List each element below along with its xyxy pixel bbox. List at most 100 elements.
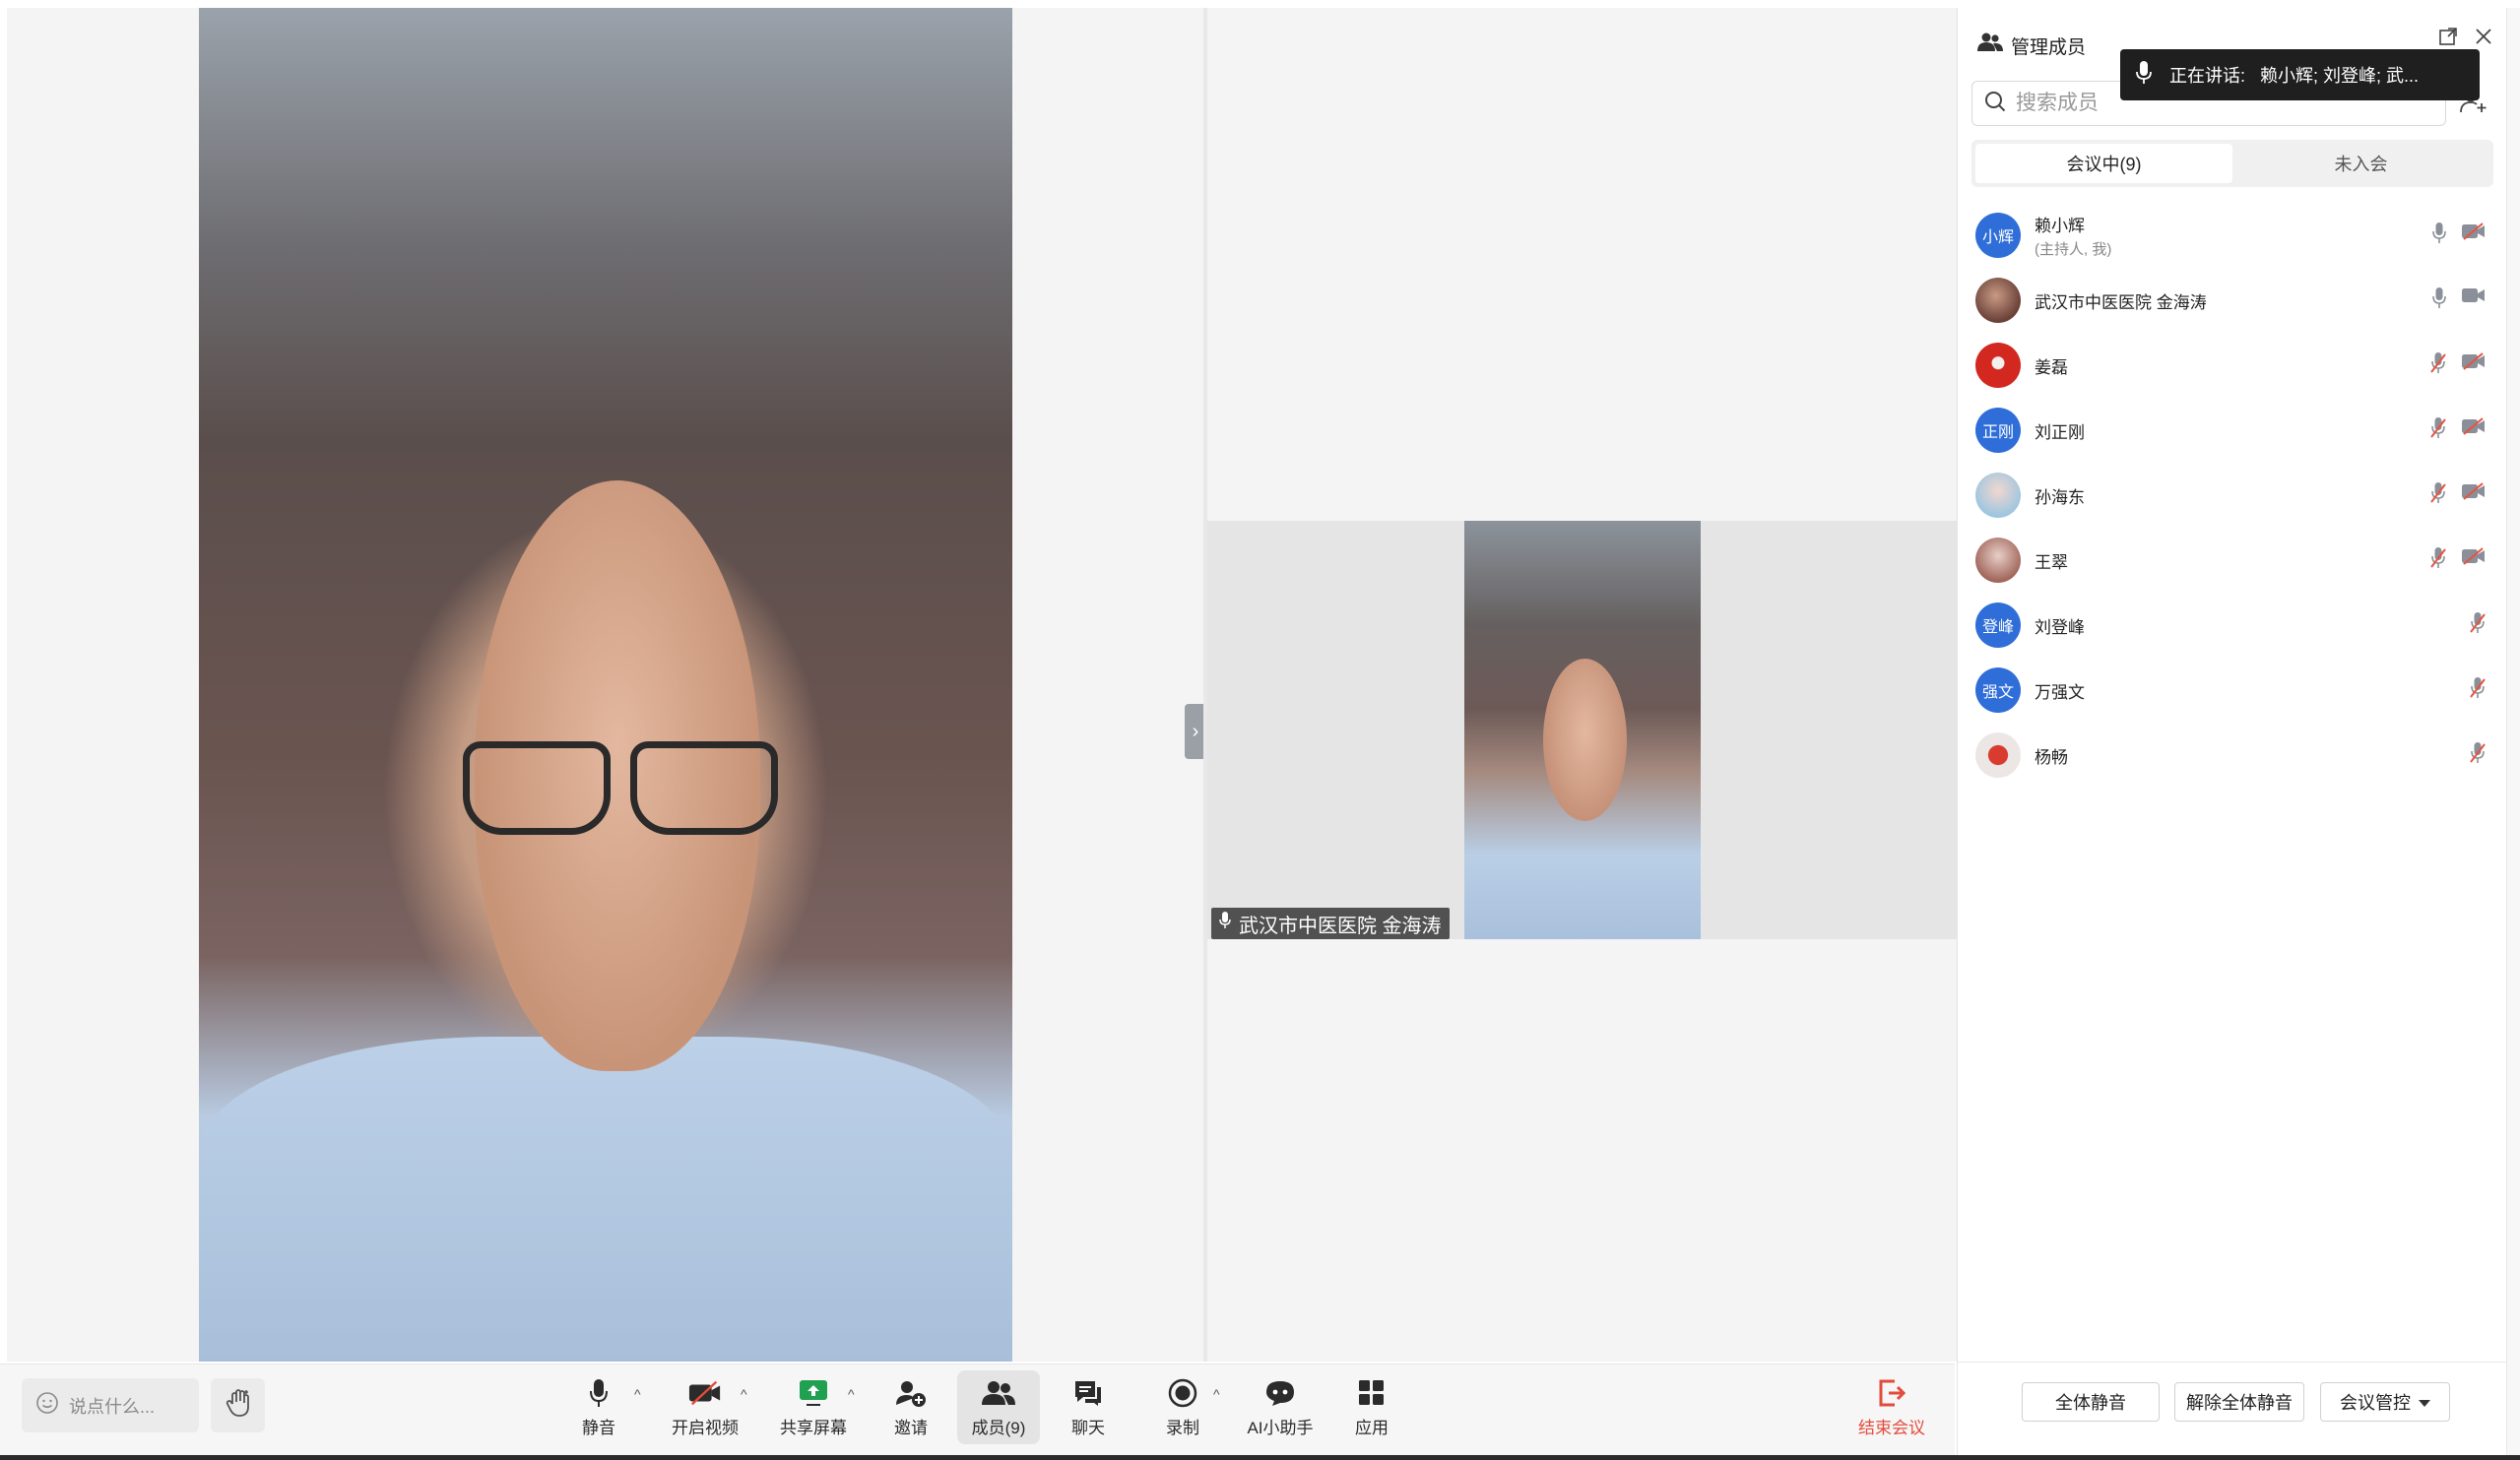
pop-out-icon[interactable] — [2439, 28, 2457, 50]
member-role: (主持人, 我) — [2035, 241, 2112, 258]
camera-off-icon[interactable] — [2462, 352, 2486, 379]
member-name: 孙海东 — [2035, 487, 2085, 507]
window-edge-scrollbar[interactable] — [2506, 8, 2520, 1455]
list-item[interactable]: 武汉市中医医院 金海涛 — [1958, 268, 2507, 333]
share-options-caret[interactable]: ^ — [848, 1386, 855, 1402]
avatar — [1975, 343, 2021, 388]
list-item[interactable]: 登峰 刘登峰 — [1958, 593, 2507, 658]
avatar: 小辉 — [1975, 213, 2021, 258]
mic-off-icon[interactable] — [2470, 612, 2486, 639]
member-name: 杨畅 — [2035, 747, 2068, 767]
quick-comment-input[interactable]: 说点什么... — [22, 1378, 199, 1432]
mic-off-icon[interactable] — [2430, 482, 2446, 509]
list-item[interactable]: 杨畅 — [1958, 723, 2507, 788]
list-item[interactable]: 孙海东 — [1958, 463, 2507, 528]
members-icon — [1977, 32, 2003, 58]
exit-icon — [1875, 1376, 1908, 1410]
mute-options-caret[interactable]: ^ — [634, 1386, 641, 1402]
member-name: 王翠 — [2035, 552, 2068, 572]
list-item[interactable]: 正刚 刘正刚 — [1958, 398, 2507, 463]
camera-off-icon[interactable] — [2462, 482, 2486, 509]
apps-button[interactable]: 应用 — [1349, 1370, 1394, 1444]
thumbnail-strip: 武汉市中医医院 金海涛 — [1207, 521, 1957, 939]
members-label: 成员(9) — [971, 1419, 1026, 1437]
camera-off-icon[interactable] — [2462, 417, 2486, 444]
mic-on-icon[interactable] — [2432, 287, 2446, 314]
record-button[interactable]: 录制 — [1160, 1370, 1205, 1444]
raise-hand-button[interactable] — [211, 1378, 265, 1432]
thumbnail-name-label: 武汉市中医医院 金海涛 — [1239, 915, 1442, 937]
emoji-icon — [35, 1391, 59, 1420]
tab-not-joined[interactable]: 未入会 — [2232, 144, 2489, 183]
mic-off-icon[interactable] — [2470, 677, 2486, 704]
share-screen-button[interactable]: 共享屏幕 — [778, 1370, 849, 1444]
avatar — [1975, 732, 2021, 778]
member-name: 姜磊 — [2035, 357, 2068, 377]
list-item[interactable]: 王翠 — [1958, 528, 2507, 593]
search-icon — [1984, 91, 2006, 117]
unmute-all-button[interactable]: 解除全体静音 — [2174, 1382, 2304, 1422]
invite-button[interactable]: 邀请 — [886, 1370, 936, 1444]
list-item[interactable]: 小辉 赖小辉 (主持人, 我) — [1958, 203, 2507, 268]
tab-in-meeting[interactable]: 会议中(9) — [1975, 144, 2232, 183]
start-video-button[interactable]: 开启视频 — [670, 1370, 741, 1444]
ai-assistant-label: AI小助手 — [1247, 1419, 1314, 1437]
chat-button[interactable]: 聊天 — [1066, 1370, 1111, 1444]
camera-off-icon[interactable] — [2462, 222, 2486, 249]
camera-off-icon[interactable] — [2462, 547, 2486, 574]
end-meeting-button[interactable]: 结束会议 — [1854, 1370, 1929, 1444]
speaking-names: 赖小辉; 刘登峰; 武... — [2260, 66, 2420, 86]
video-stage: › 武汉市中医医院 金海涛 — [7, 8, 1957, 1362]
thumbnail-face-shape — [1543, 659, 1627, 821]
hand-icon — [225, 1388, 252, 1423]
mic-icon — [2136, 60, 2152, 90]
member-name: 武汉市中医医院 金海涛 — [2035, 292, 2207, 312]
invite-label: 邀请 — [894, 1419, 928, 1437]
video-shirt-shape — [199, 1037, 1012, 1362]
chat-label: 聊天 — [1071, 1419, 1105, 1437]
invite-user-icon — [894, 1376, 928, 1410]
mic-on-icon[interactable] — [2432, 222, 2446, 249]
mic-off-icon[interactable] — [2430, 547, 2446, 574]
panel-header-actions — [2439, 28, 2492, 50]
avatar: 正刚 — [1975, 408, 2021, 453]
member-list: 小辉 赖小辉 (主持人, 我) 武汉市中医医院 金海涛 姜磊 正刚 刘正刚 孙海… — [1958, 203, 2507, 788]
record-options-caret[interactable]: ^ — [1213, 1386, 1220, 1402]
ai-assistant-button[interactable]: AI小助手 — [1243, 1370, 1318, 1444]
close-icon[interactable] — [2475, 28, 2492, 50]
mic-off-icon[interactable] — [2430, 352, 2446, 379]
members-icon — [982, 1376, 1015, 1410]
main-speaker-video[interactable] — [199, 8, 1012, 1362]
camera-off-icon — [688, 1376, 722, 1410]
avatar — [1975, 538, 2021, 583]
meeting-control-button[interactable]: 会议管控 — [2320, 1382, 2450, 1422]
member-tabs: 会议中(9) 未入会 — [1971, 140, 2493, 187]
mic-off-icon[interactable] — [2470, 742, 2486, 769]
mute-all-button[interactable]: 全体静音 — [2022, 1382, 2160, 1422]
panel-title: 管理成员 — [2011, 36, 2087, 58]
video-options-caret[interactable]: ^ — [741, 1386, 747, 1402]
list-item[interactable]: 姜磊 — [1958, 333, 2507, 398]
camera-on-icon[interactable] — [2462, 287, 2486, 314]
member-name: 万强文 — [2035, 682, 2085, 702]
thumbnail-name-tag: 武汉市中医医院 金海涛 — [1211, 908, 1450, 939]
record-icon — [1166, 1376, 1199, 1410]
list-item[interactable]: 强文 万强文 — [1958, 658, 2507, 723]
apps-label: 应用 — [1355, 1419, 1389, 1437]
start-video-label: 开启视频 — [672, 1419, 739, 1437]
gallery-pane: 武汉市中医医院 金海涛 — [1207, 8, 1957, 1362]
members-button[interactable]: 成员(9) — [957, 1370, 1040, 1444]
avatar — [1975, 473, 2021, 518]
active-speaker-tooltip: 正在讲话: 赖小辉; 刘登峰; 武... — [2120, 49, 2480, 100]
speaking-prefix: 正在讲话: — [2169, 66, 2246, 86]
mic-icon — [582, 1376, 615, 1410]
main-video-pane: › — [7, 8, 1206, 1362]
mic-off-icon[interactable] — [2430, 417, 2446, 444]
mute-button[interactable]: 静音 — [576, 1370, 621, 1444]
video-glasses-shape — [463, 741, 778, 835]
member-name: 刘正刚 — [2035, 422, 2085, 442]
apps-icon — [1355, 1376, 1389, 1410]
members-panel: 管理成员 正在讲话: 赖小辉; 刘登峰; 武... 会议中(9) 未入会 — [1957, 8, 2507, 1455]
participant-thumbnail-video[interactable] — [1464, 521, 1701, 939]
mute-label: 静音 — [582, 1419, 615, 1437]
